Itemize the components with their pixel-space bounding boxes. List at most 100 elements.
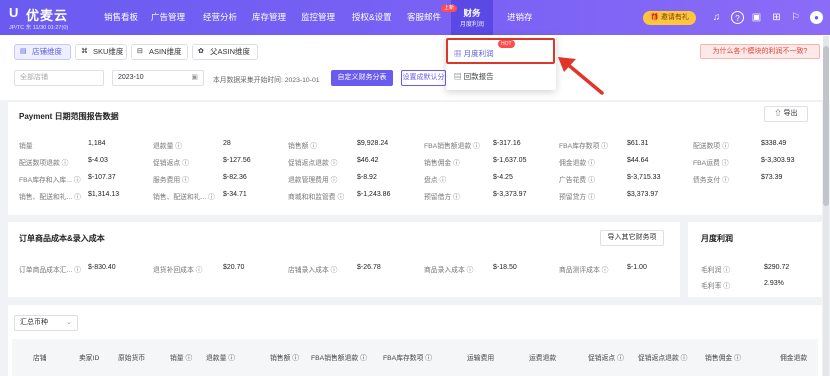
payment-metric-label: 预留贷方 ⓘ (559, 194, 595, 201)
payment-metric-value: $-82.36 (223, 174, 247, 181)
default-table-button[interactable]: 设置成默认分表 (401, 70, 446, 86)
payment-metric-label: 广告花费 ⓘ (559, 177, 595, 184)
dropdown-item-payback-report[interactable]: ▤ 回款报告 (454, 71, 494, 82)
shop-select[interactable]: 全部店铺 (14, 70, 104, 86)
cart-icon[interactable]: ⊞ (770, 11, 783, 24)
invite-button[interactable]: 🎁 邀请有礼 (643, 11, 696, 25)
cost-metric-label: 退货补回成本 ⓘ (153, 267, 203, 274)
invite-label: 邀请有礼 (660, 14, 689, 21)
column-header[interactable]: 佣金退款 (780, 352, 807, 362)
column-header[interactable]: FBA库存数项 ⓘ (383, 352, 432, 362)
report-table-card: 汇总币种 ⌄ (8, 305, 822, 376)
column-header[interactable]: 促销返点 ⓘ (588, 352, 624, 362)
payment-metric-label: 商城和和监管费 ⓘ (288, 194, 345, 201)
help-icon[interactable]: ? (731, 11, 744, 24)
nav-finance-sub: 月度利润 (459, 22, 484, 28)
column-header[interactable]: FBA销售额退款 ⓘ (311, 352, 367, 362)
column-header[interactable]: 退款量 ⓘ (206, 352, 235, 362)
payment-metric-value: $-3,303.93 (761, 157, 795, 164)
payment-metric-label: FBA运费 ⓘ (693, 160, 729, 167)
column-header[interactable]: 销售额 ⓘ (270, 352, 299, 362)
cost-title: 订单商品成本&录入成本 (19, 234, 105, 243)
payment-metric-value: $73.39 (761, 174, 783, 181)
payment-metric-label: 预留借方 ⓘ (424, 194, 460, 201)
chevron-down-icon: ⌄ (66, 319, 72, 326)
payment-metric-label: 配送数项 ⓘ (693, 143, 729, 150)
payment-metric-value: $-1,243.86 (357, 191, 391, 198)
payment-metric-value: $9,928.24 (357, 140, 389, 147)
tab-sku[interactable]: ⌘ SKU维度 (75, 44, 127, 60)
cost-metric-label: 订单商品成本汇... ⓘ (19, 267, 81, 274)
nav-ads[interactable]: 广告管理 (151, 0, 185, 35)
column-header[interactable]: 店铺 (33, 352, 47, 362)
column-header[interactable]: 运费退款 (529, 352, 556, 362)
nav-purchase-sales[interactable]: 进销存 (507, 0, 533, 35)
currency-select[interactable]: 汇总币种 ⌄ (14, 315, 78, 331)
gift-icon: 🎁 (650, 14, 659, 21)
calendar-icon[interactable]: ▣ (750, 11, 763, 24)
avatar[interactable]: ● (810, 11, 823, 24)
nav-sales-board[interactable]: 销售看板 (104, 0, 138, 35)
gross-profit-value: $290.72 (764, 264, 790, 271)
nav-finance[interactable]: 财务 月度利润 (451, 0, 493, 35)
column-header[interactable]: 运输费用 (467, 352, 494, 362)
gross-margin-value: 2.93% (764, 280, 784, 287)
tab-asin-label: ASIN维度 (149, 47, 182, 56)
column-header[interactable]: 销量 ⓘ (170, 352, 192, 362)
bell-icon[interactable]: ⚐ (789, 11, 802, 24)
payment-metric-label: 配送数项退款 ⓘ (19, 160, 69, 167)
payment-metric-value: $3,373.97 (627, 191, 659, 198)
payment-metric-label: 销售、配送和礼... ⓘ (153, 194, 215, 201)
scrollbar-thumb[interactable] (823, 46, 829, 206)
payment-card: Payment 日期范围报告数据 ⇧ 导出 销量 1,184 退款量 ⓘ 28 销售额 … (8, 102, 822, 215)
payment-metric-value: $61.31 (627, 140, 649, 147)
column-header[interactable]: 销售佣金 ⓘ (705, 352, 741, 362)
cost-metric-label: 商品录入成本 ⓘ (424, 267, 474, 274)
column-header[interactable]: 促销返点退款 ⓘ (638, 352, 687, 362)
currency-label: 汇总币种 (20, 319, 48, 326)
payment-metric-value: $44.64 (627, 157, 649, 164)
region-time: JP/TC 东 11/30 01:27(0) (9, 25, 69, 31)
collect-note: 本月数据采集开始时间: 2023-10-01 (213, 77, 320, 84)
profit-mismatch-link[interactable]: 为什么各个模块的利润不一致? (700, 44, 820, 59)
nav-analysis[interactable]: 经营分析 (203, 0, 237, 35)
payment-metric-label: 服务费用 ⓘ (153, 177, 189, 184)
payment-metric-label: FBA库存数项 ⓘ (559, 143, 609, 150)
nav-inventory[interactable]: 库存管理 (252, 0, 286, 35)
payment-title: Payment 日期范围报告数据 (19, 112, 119, 121)
tab-parent-asin[interactable]: ✿ 父ASIN维度 (192, 44, 258, 60)
custom-table-button[interactable]: 自定义财务分表 (331, 70, 393, 86)
highlight-box (446, 38, 555, 64)
tab-shop[interactable]: ▤ 店铺维度 (14, 44, 71, 60)
parent-asin-icon: ✿ (198, 48, 204, 55)
calendar-small-icon: ▣ (191, 74, 198, 81)
column-header[interactable]: 卖家ID (79, 352, 99, 362)
brand-logo[interactable]: U 优麦云 JP/TC 东 11/30 01:27(0) (9, 4, 99, 32)
payment-metric-value: $338.49 (761, 140, 787, 147)
nav-service-mail[interactable]: 客服邮件 (407, 0, 441, 35)
payment-metric-value: $-1,637.05 (493, 157, 527, 164)
logo-icon: U (9, 5, 19, 20)
asin-icon: ⊟ (137, 48, 143, 55)
headset-icon[interactable]: ♫ (710, 11, 723, 24)
column-header[interactable]: 原始货币 (118, 352, 145, 362)
top-nav-bar: U 优麦云 JP/TC 东 11/30 01:27(0) 销售看板 广告管理 经… (0, 0, 830, 35)
payment-metric-value: $1,314.13 (88, 191, 120, 198)
nav-auth-settings[interactable]: 授权&设置 (352, 0, 392, 35)
payment-metric-label: 促销返点退款 ⓘ (288, 160, 338, 167)
payment-metric-value: $-4.25 (493, 174, 513, 181)
month-picker[interactable]: 2023-10 ▣ (112, 70, 204, 86)
payment-metric-label: FBA库存和入库... ⓘ (19, 177, 81, 184)
nav-monitor[interactable]: 监控管理 (301, 0, 335, 35)
payment-metric-value: 1,184 (88, 140, 106, 147)
tab-shop-label: 店铺维度 (32, 47, 62, 56)
nav-finance-label: 财务 (463, 8, 481, 18)
export-button[interactable]: ⇧ 导出 (764, 106, 808, 122)
scrollbar[interactable] (823, 36, 829, 376)
cost-metric-value: $-830.40 (88, 264, 116, 271)
payment-metric-value: 28 (223, 140, 231, 147)
payment-metric-value: $-3,715.33 (627, 174, 661, 181)
cost-metric-label: 店铺录入成本 ⓘ (288, 267, 338, 274)
tab-asin[interactable]: ⊟ ASIN维度 (131, 44, 188, 60)
import-button[interactable]: 导入其它财务项 (600, 230, 664, 246)
